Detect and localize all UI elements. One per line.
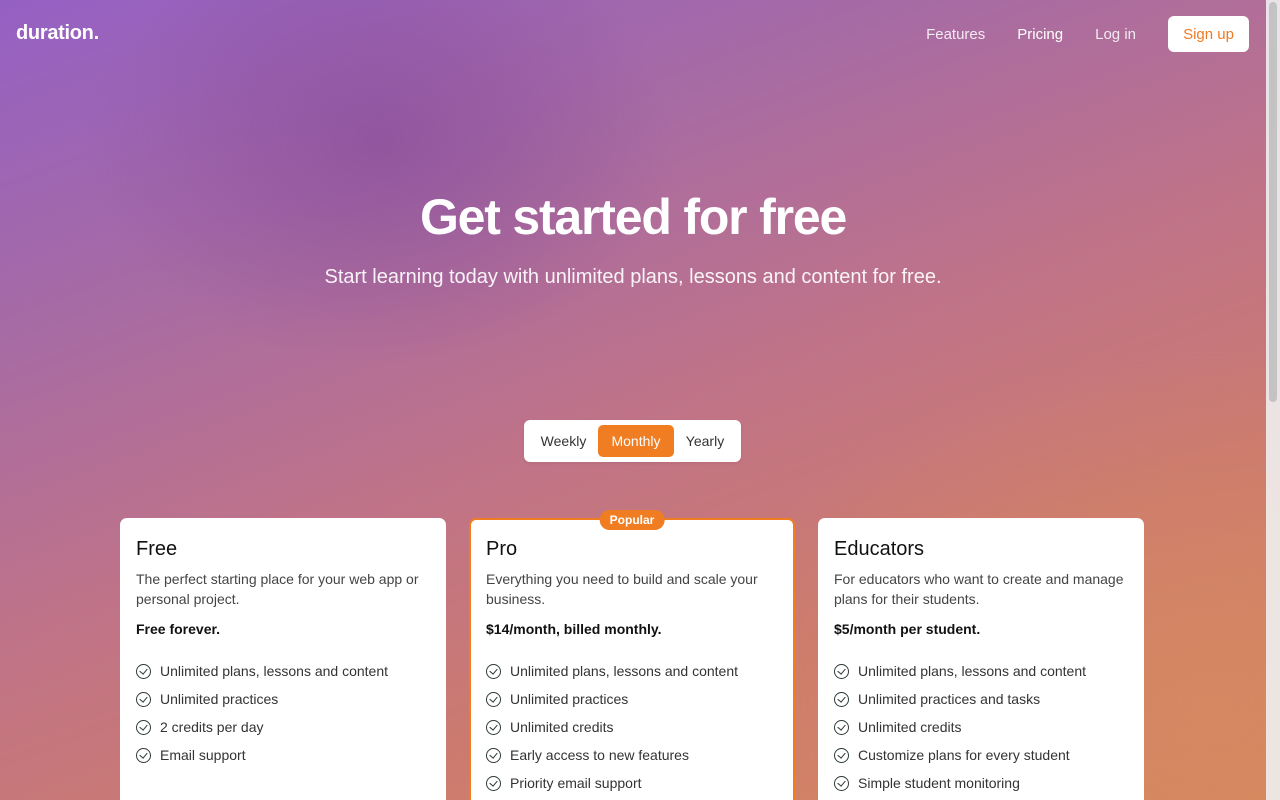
nav-login-link[interactable]: Log in: [1095, 17, 1136, 52]
plan-feature: 2 credits per day: [136, 713, 430, 741]
plan-feature-label: Unlimited credits: [858, 719, 962, 735]
plan-feature-label: 2 credits per day: [160, 719, 264, 735]
plan-feature: Unlimited credits: [834, 713, 1128, 741]
plan-price: Free forever.: [136, 621, 221, 637]
plan-feature: Early access to new features: [486, 741, 778, 769]
plan-feature-label: Early access to new features: [510, 747, 689, 763]
plan-name: Pro: [486, 538, 518, 560]
hero-subtitle: Start learning today with unlimited plan…: [324, 266, 942, 288]
plan-feature-label: Unlimited practices: [510, 691, 629, 707]
billing-option-monthly[interactable]: Monthly: [598, 425, 674, 457]
plan-feature: Unlimited practices: [486, 685, 778, 713]
nav-features-link[interactable]: Features: [926, 17, 985, 52]
plan-card-educators: Educators For educators who want to crea…: [818, 518, 1144, 800]
plan-name: Educators: [834, 538, 925, 560]
plan-feature: Unlimited credits: [486, 713, 778, 741]
plan-feature: Unlimited practices: [136, 685, 430, 713]
plan-feature: Unlimited plans, lessons and content: [486, 657, 778, 685]
plan-feature-label: Unlimited plans, lessons and content: [160, 663, 389, 679]
plan-feature: Simple student monitoring: [834, 769, 1128, 797]
billing-option-yearly[interactable]: Yearly: [674, 425, 736, 457]
plan-price: $14/month, billed monthly.: [486, 621, 662, 637]
check-circle-icon: [834, 719, 849, 735]
plan-feature-label: Unlimited practices and tasks: [858, 691, 1041, 707]
hero-title: Get started for free: [419, 189, 847, 245]
plan-feature: Unlimited plans, lessons and content: [834, 657, 1128, 685]
popular-badge: Popular: [599, 510, 665, 530]
check-circle-icon: [136, 691, 151, 707]
brand-logo[interactable]: duration.: [16, 22, 99, 45]
check-circle-icon: [834, 747, 849, 763]
plan-description: For educators who want to create and man…: [834, 571, 1124, 607]
page: duration. Features Pricing Log in Sign u…: [0, 0, 1266, 800]
plan-card-free: Free The perfect starting place for your…: [120, 518, 446, 800]
plan-feature-label: Customize plans for every student: [858, 747, 1070, 763]
check-circle-icon: [486, 663, 501, 679]
top-nav: Features Pricing Log in Sign up: [926, 16, 1249, 52]
plan-feature-label: Unlimited credits: [510, 719, 614, 735]
check-circle-icon: [834, 775, 849, 791]
check-circle-icon: [136, 719, 151, 735]
nav-pricing-link[interactable]: Pricing: [1017, 17, 1063, 52]
check-circle-icon: [834, 663, 849, 679]
plan-feature-label: Priority email support: [510, 775, 642, 791]
plan-feature: Priority email support: [486, 769, 778, 797]
page-scrollbar[interactable]: [1266, 0, 1280, 800]
signup-button[interactable]: Sign up: [1168, 16, 1249, 52]
billing-option-weekly[interactable]: Weekly: [529, 425, 598, 457]
plan-feature: Unlimited plans, lessons and content: [136, 657, 430, 685]
plan-name: Free: [136, 538, 178, 560]
check-circle-icon: [486, 691, 501, 707]
plan-feature-label: Unlimited plans, lessons and content: [510, 663, 739, 679]
billing-period-toggle: Weekly Monthly Yearly: [524, 420, 741, 462]
plan-feature: Email support: [136, 741, 430, 769]
plan-feature: Customize plans for every student: [834, 741, 1128, 769]
plan-feature-label: Simple student monitoring: [858, 775, 1020, 791]
plan-feature: Unlimited practices and tasks: [834, 685, 1128, 713]
plan-feature-label: Email support: [160, 747, 246, 763]
plan-price: $5/month per student.: [834, 621, 981, 637]
check-circle-icon: [834, 691, 849, 707]
plan-description: The perfect starting place for your web …: [136, 571, 419, 607]
check-circle-icon: [486, 747, 501, 763]
scrollbar-thumb[interactable]: [1269, 2, 1277, 402]
plan-feature-label: Unlimited plans, lessons and content: [858, 663, 1087, 679]
check-circle-icon: [136, 747, 151, 763]
check-circle-icon: [486, 775, 501, 791]
plan-feature-label: Unlimited practices: [160, 691, 279, 707]
check-circle-icon: [136, 663, 151, 679]
check-circle-icon: [486, 719, 501, 735]
plan-card-pro: Popular Pro Everything you need to build…: [469, 510, 795, 800]
plan-description: Everything you need to build and scale y…: [486, 571, 758, 607]
